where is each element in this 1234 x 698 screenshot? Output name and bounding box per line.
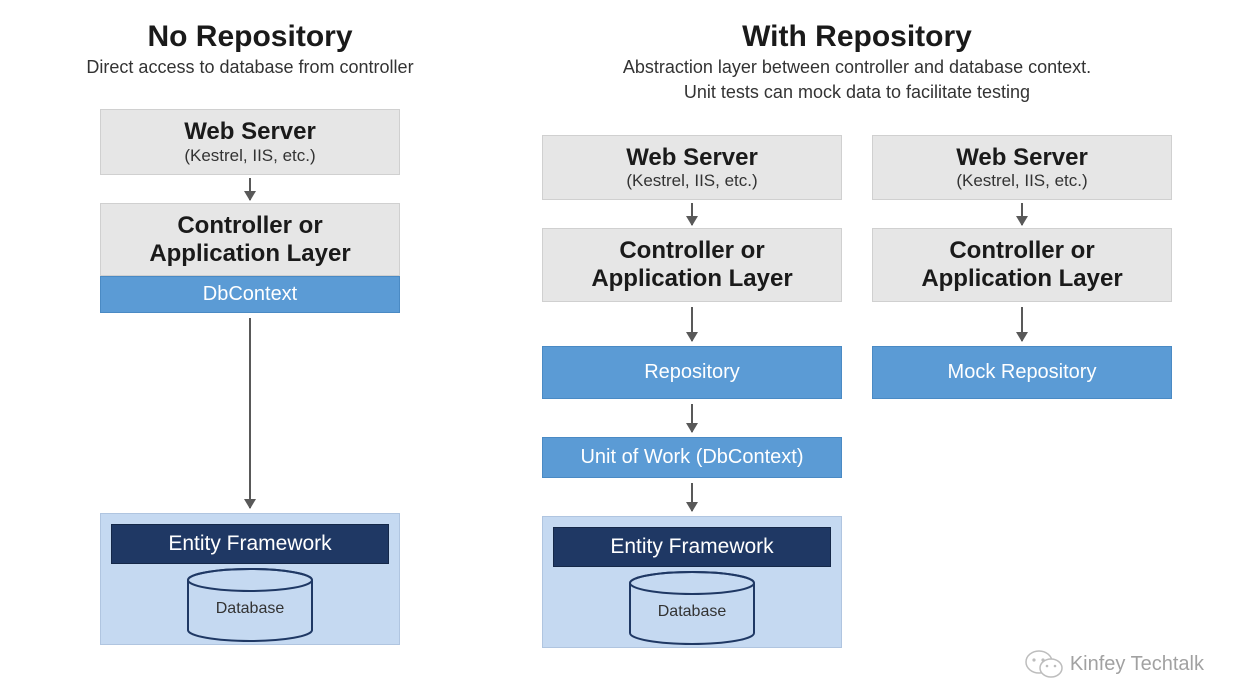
arrow-down-icon — [249, 178, 251, 200]
controller-line2: Application Layer — [883, 265, 1161, 293]
database-label: Database — [216, 600, 285, 618]
database-cylinder-icon: Database — [627, 581, 757, 637]
arrow-down-icon — [691, 404, 693, 432]
database-label: Database — [658, 603, 727, 621]
wechat-icon — [1024, 648, 1064, 680]
controller-line1: Controller or — [553, 237, 831, 265]
web-server-box: Web Server (Kestrel, IIS, etc.) — [100, 109, 400, 175]
arrow-down-icon — [691, 203, 693, 225]
controller-line1: Controller or — [111, 212, 389, 240]
controller-line2: Application Layer — [553, 265, 831, 293]
left-stack: Web Server (Kestrel, IIS, etc.) Controll… — [40, 109, 460, 645]
arrow-down-icon — [1021, 203, 1023, 225]
web-server-sub: (Kestrel, IIS, etc.) — [553, 171, 831, 191]
with-repo-heading: With Repository — [520, 20, 1194, 54]
web-server-title: Web Server — [111, 118, 389, 146]
entity-framework-box: Entity Framework Database — [100, 513, 400, 645]
unit-of-work-box: Unit of Work (DbContext) — [542, 437, 842, 478]
mock-repository-box: Mock Repository — [872, 346, 1172, 399]
web-server-title: Web Server — [553, 144, 831, 172]
no-repo-heading: No Repository — [40, 20, 460, 54]
web-server-box: Web Server (Kestrel, IIS, etc.) — [872, 135, 1172, 201]
mock-repository-stack: Web Server (Kestrel, IIS, etc.) Controll… — [872, 135, 1172, 648]
database-cylinder-icon: Database — [185, 578, 315, 634]
repository-box: Repository — [542, 346, 842, 399]
ef-title: Entity Framework — [111, 524, 389, 564]
with-repo-sub1: Abstraction layer between controller and… — [520, 56, 1194, 79]
ef-title: Entity Framework — [553, 527, 831, 567]
web-server-title: Web Server — [883, 144, 1161, 172]
controller-line1: Controller or — [883, 237, 1161, 265]
controller-line2: Application Layer — [111, 240, 389, 268]
dbcontext-box: DbContext — [100, 276, 400, 313]
web-server-sub: (Kestrel, IIS, etc.) — [883, 171, 1161, 191]
watermark: Kinfey Techtalk — [1024, 648, 1204, 680]
no-repo-subheading: Direct access to database from controlle… — [40, 56, 460, 79]
arrow-down-icon — [691, 307, 693, 341]
arrow-down-icon — [249, 318, 251, 508]
web-server-sub: (Kestrel, IIS, etc.) — [111, 146, 389, 166]
watermark-text: Kinfey Techtalk — [1070, 653, 1204, 676]
controller-box: Controller or Application Layer — [542, 228, 842, 301]
entity-framework-box: Entity Framework Database — [542, 516, 842, 648]
arrow-down-icon — [691, 483, 693, 511]
repository-stack: Web Server (Kestrel, IIS, etc.) Controll… — [542, 135, 842, 648]
web-server-box: Web Server (Kestrel, IIS, etc.) — [542, 135, 842, 201]
controller-box: Controller or Application Layer — [872, 228, 1172, 301]
no-repository-section: No Repository Direct access to database … — [40, 20, 460, 698]
controller-box: Controller or Application Layer — [100, 203, 400, 276]
with-repository-section: With Repository Abstraction layer betwee… — [520, 20, 1194, 698]
with-repo-sub2: Unit tests can mock data to facilitate t… — [520, 81, 1194, 104]
arrow-down-icon — [1021, 307, 1023, 341]
